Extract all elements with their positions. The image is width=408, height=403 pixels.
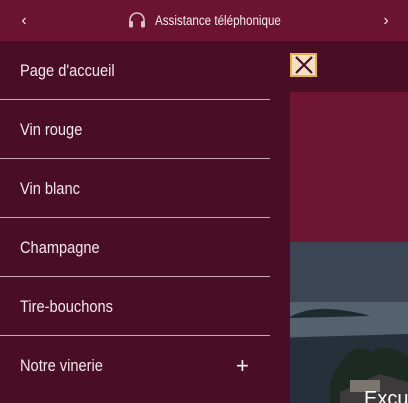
menu-item-champagne[interactable]: Champagne	[0, 218, 290, 277]
menu-item-home[interactable]: Page d'accueil	[0, 41, 290, 100]
menu-item-label: Page d'accueil	[20, 60, 115, 80]
close-icon	[294, 56, 313, 74]
menu-item-label: Vin rouge	[20, 119, 83, 139]
phone-support-label: Assistance téléphonique	[154, 13, 281, 28]
side-drawer-menu: Page d'accueil Vin rouge Vin blanc Champ…	[0, 41, 290, 403]
menu-item-our-winery[interactable]: Notre vinerie +	[0, 336, 290, 395]
menu-item-label: Tire-bouchons	[20, 296, 113, 316]
plus-icon[interactable]: +	[236, 354, 249, 377]
menu-item-label: Champagne	[20, 237, 100, 257]
menu-item-corkscrews[interactable]: Tire-bouchons	[0, 277, 290, 336]
chevron-right-icon[interactable]: ›	[366, 0, 406, 41]
top-bar: ‹ Assistance téléphonique ›	[0, 0, 408, 41]
phone-support-link[interactable]: Assistance téléphonique	[127, 11, 281, 31]
close-menu-button[interactable]	[290, 53, 317, 77]
menu-item-label: Vin blanc	[20, 178, 80, 198]
hero-photo	[270, 242, 408, 403]
headset-icon	[128, 11, 145, 27]
menu-item-white-wine[interactable]: Vin blanc	[0, 159, 290, 218]
hero-banner	[270, 92, 408, 242]
lake-landscape-image	[270, 242, 408, 403]
menu-item-label: Notre vinerie	[20, 355, 103, 375]
menu-item-red-wine[interactable]: Vin rouge	[0, 100, 290, 159]
hero-caption: Excu	[364, 388, 408, 403]
chevron-left-icon[interactable]: ‹	[4, 0, 44, 41]
